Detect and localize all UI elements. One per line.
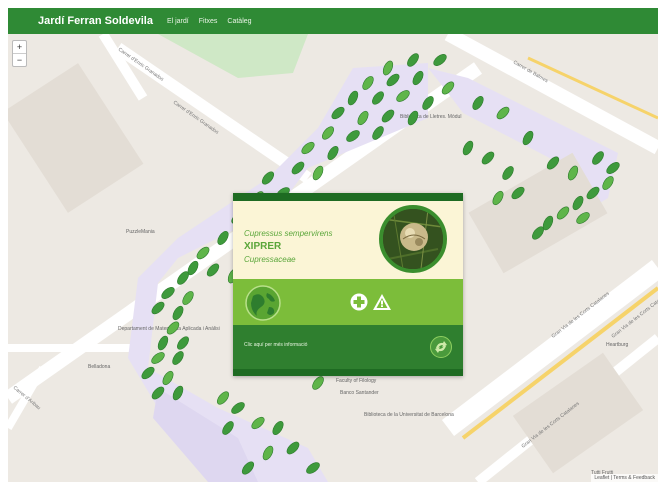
poi-label: Belladona [88,364,110,370]
family-name: Cupressaceae [244,255,296,264]
nav-el-jardi[interactable]: El jardí [167,18,189,25]
globe-icon[interactable] [243,283,283,323]
common-name: XIPRER [244,241,282,252]
poi-label: Faculty of Filology [336,378,377,384]
popup-footer[interactable]: Clic aquí per més informació [233,325,463,369]
popup-header: Cupressus sempervirens XIPRER Cupressace… [233,201,463,279]
zoom-out-button[interactable]: − [13,53,26,66]
poi-label: PuzzleMania [126,229,155,235]
popup-actions [233,279,463,325]
nav-fitxes[interactable]: Fitxes [199,18,218,25]
app-frame: Jardí Ferran Soldevila El jardí Fitxes C… [8,8,658,482]
poi-label: Biblioteca de la Universitat de Barcelon… [364,412,454,418]
map-attribution[interactable]: Leaflet | Terms & Feedback [591,474,658,482]
nav-cataleg[interactable]: Catàleg [227,18,251,25]
plus-icon[interactable] [350,293,368,311]
more-info-link[interactable]: Clic aquí per més informació [244,342,307,348]
tree-popup[interactable]: Cupressus sempervirens XIPRER Cupressace… [233,193,463,376]
scientific-name: Cupressus sempervirens [244,229,333,238]
tree-photo [379,205,447,273]
warning-icon[interactable] [372,293,392,311]
zoom-control: + − [12,40,27,67]
poi-label: Banco Santander [340,390,379,396]
poi-label: Heartburg [606,342,628,348]
brand-link[interactable]: Jardí Ferran Soldevila [38,15,153,27]
top-navbar: Jardí Ferran Soldevila El jardí Fitxes C… [8,8,658,34]
link-icon[interactable] [429,335,453,359]
zoom-in-button[interactable]: + [13,41,26,53]
